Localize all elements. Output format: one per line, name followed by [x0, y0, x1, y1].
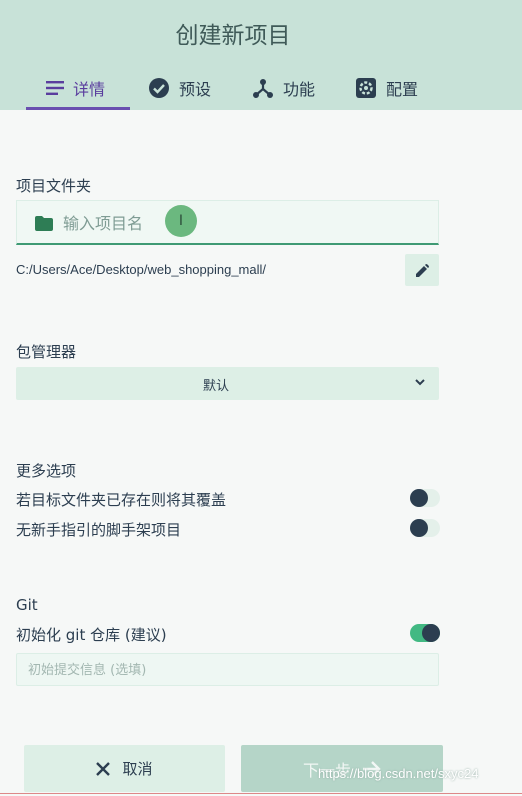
chevron-down-icon [415, 379, 425, 386]
page-title: 创建新项目 [175, 23, 291, 49]
git-init-toggle[interactable] [410, 624, 440, 642]
commit-message-field[interactable] [16, 653, 439, 686]
bottom-divider [0, 793, 522, 794]
overwrite-option-label: 若目标文件夹已存在则将其覆盖 [16, 491, 227, 509]
toggle-knob [422, 624, 440, 642]
git-section-label: Git [16, 596, 38, 614]
git-init-label: 初始化 git 仓库 (建议) [16, 626, 167, 644]
tab-details[interactable]: 详情 [46, 74, 105, 102]
settings-icon [356, 78, 376, 98]
edit-path-button[interactable] [405, 254, 439, 286]
project-path: C:/Users/Ace/Desktop/web_shopping_mall/ [16, 262, 267, 277]
close-icon [96, 761, 111, 776]
commit-message-input[interactable] [28, 661, 428, 679]
tab-features[interactable]: 功能 [252, 74, 315, 102]
overwrite-toggle[interactable] [410, 489, 440, 507]
watermark: https://blog.csdn.net/sxyc24 [318, 766, 479, 781]
tab-config-label: 配置 [386, 80, 419, 99]
package-manager-label: 包管理器 [16, 343, 77, 361]
package-manager-select[interactable]: 默认 [16, 367, 439, 400]
tab-presets[interactable]: 预设 [148, 74, 211, 102]
cancel-button[interactable]: 取消 [24, 745, 225, 792]
folder-section-label: 项目文件夹 [16, 177, 92, 195]
text-cursor-icon: I [165, 205, 197, 237]
toggle-knob [410, 489, 428, 507]
project-name-input[interactable] [63, 211, 413, 235]
tab-config[interactable]: 配置 [355, 74, 418, 102]
no-guide-toggle[interactable] [410, 519, 440, 537]
tab-features-label: 功能 [283, 80, 316, 99]
toggle-knob [410, 519, 428, 537]
package-manager-value: 默认 [202, 379, 229, 394]
folder-icon [35, 216, 53, 231]
more-options-label: 更多选项 [16, 462, 77, 480]
tab-details-label: 详情 [73, 80, 106, 99]
cancel-button-label: 取消 [122, 760, 153, 778]
tab-presets-label: 预设 [179, 80, 212, 99]
list-icon [46, 81, 64, 95]
active-tab-indicator [26, 107, 130, 110]
check-circle-icon [149, 78, 169, 98]
fork-icon [253, 79, 273, 98]
project-folder-field[interactable] [16, 200, 439, 245]
no-guide-option-label: 无新手指引的脚手架项目 [16, 521, 182, 539]
pencil-icon [415, 263, 429, 277]
